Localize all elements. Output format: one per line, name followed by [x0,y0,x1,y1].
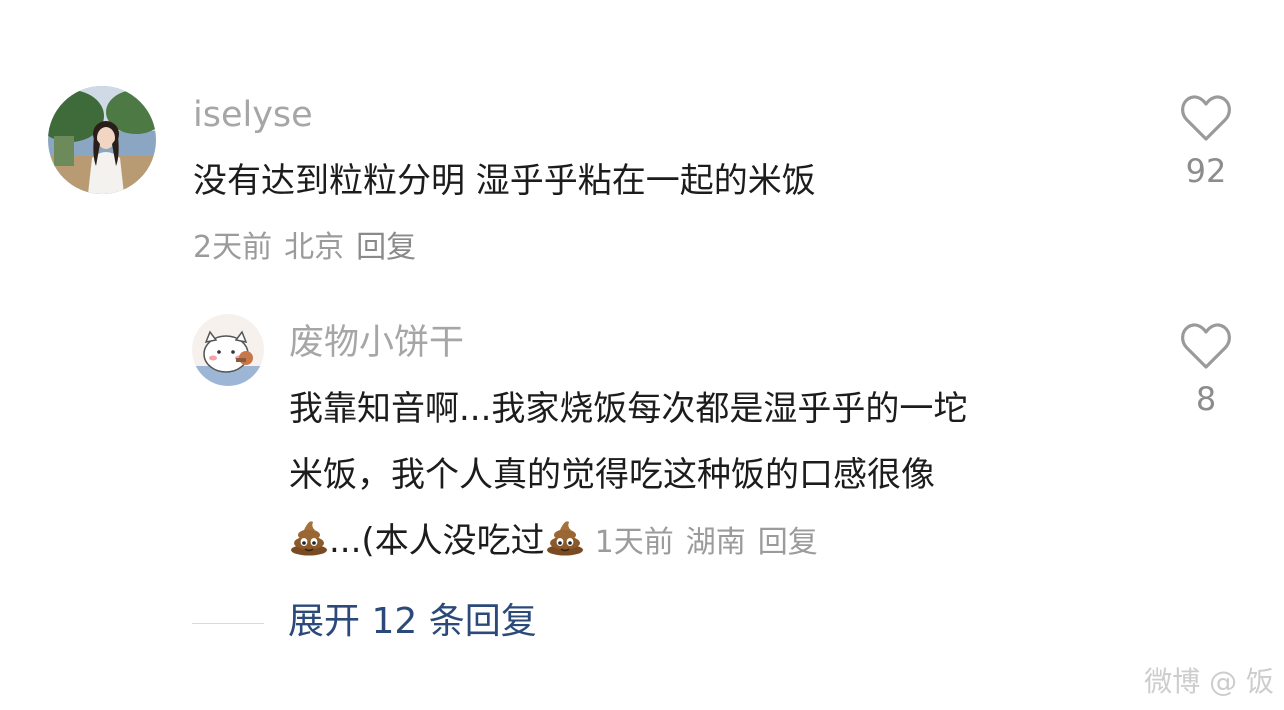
reply-content: 我靠知音啊...我家烧饭每次都是湿乎乎的一坨 米饭，我个人真的觉得吃这种饭的口感… [289,376,1149,576]
like-count: 92 [1185,152,1227,190]
comment-time: 2天前 [193,230,273,265]
divider [192,623,264,624]
avatar-cartoon-icon [192,314,264,386]
like-button[interactable]: 92 [1176,94,1236,190]
reply-meta: 1天前 湖南 回复 [595,525,830,560]
poop-emoji-icon [545,512,585,556]
reply-content-line: ...(本人没吃过 1天前 湖南 回复 [289,508,1149,576]
comment-meta: 2天前 北京 回复 [193,233,428,263]
reply-button[interactable]: 回复 [758,525,818,560]
avatar[interactable] [192,314,264,386]
reply-button[interactable]: 回复 [356,230,416,265]
poop-emoji-icon [289,512,329,556]
reply-time: 1天前 [594,525,674,560]
comment-content: 没有达到粒粒分明 湿乎乎粘在一起的米饭 [193,161,816,201]
like-count: 8 [1195,380,1217,418]
heart-icon [1181,95,1231,141]
avatar-photo-icon [48,86,156,194]
watermark: 微博 @ 饭 [1144,665,1274,698]
avatar[interactable] [48,86,156,194]
heart-icon [1181,323,1231,369]
like-button[interactable]: 8 [1176,322,1236,418]
reply-content-text: ...(本人没吃过 [329,521,545,561]
comment-username[interactable]: iselyse [193,98,313,133]
reply-content-line: 我靠知音啊...我家烧饭每次都是湿乎乎的一坨 [289,389,968,429]
reply-username[interactable]: 废物小饼干 [289,326,464,361]
reply-content-line: 米饭，我个人真的觉得吃这种饭的口感很像 [289,455,935,495]
comment-location: 北京 [284,230,345,265]
expand-replies-button[interactable]: 展开 12 条回复 [288,604,537,640]
reply-location: 湖南 [685,525,746,560]
